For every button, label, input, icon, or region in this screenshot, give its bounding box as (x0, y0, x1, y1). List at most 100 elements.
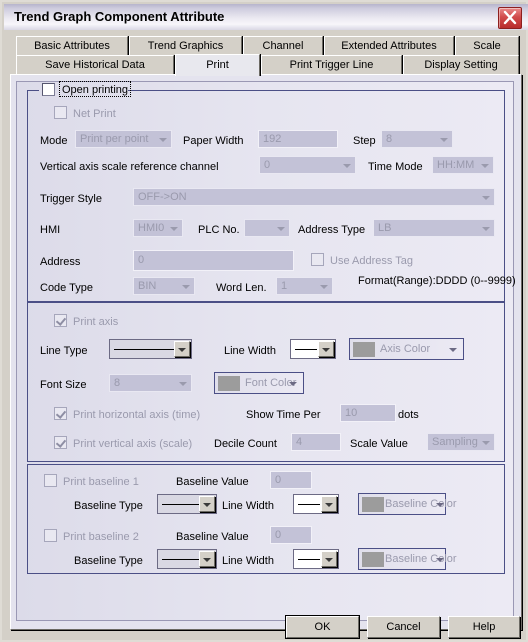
baseline-1-width-select[interactable] (293, 494, 339, 514)
print-vertical-axis-checkbox[interactable] (54, 436, 67, 449)
chevron-down-icon[interactable] (321, 551, 337, 567)
open-printing-checkbox[interactable] (42, 83, 55, 96)
close-x-glyph (503, 10, 517, 25)
tab-trend-graphics[interactable]: Trend Graphics (129, 36, 242, 56)
print-baseline-1-label: Print baseline 1 (63, 476, 139, 488)
baseline-1-value-label: Baseline Value (176, 476, 249, 488)
tab-print[interactable]: Print (175, 54, 260, 76)
chevron-down-icon (482, 196, 490, 200)
address-type-select[interactable]: LB (373, 219, 495, 237)
line-width-label: Line Width (224, 345, 276, 357)
baseline-1-color-button[interactable]: Baseline Color (358, 493, 457, 515)
ok-button[interactable]: OK (285, 615, 360, 639)
axis-color-swatch (353, 342, 375, 357)
mode-label: Mode (40, 135, 68, 147)
font-color-button[interactable]: Font Color (214, 372, 304, 394)
chevron-down-icon (182, 285, 190, 289)
chevron-down-icon[interactable] (318, 341, 334, 357)
tab-extended-attributes[interactable]: Extended Attributes (324, 36, 454, 56)
vertical-axis-ref-select[interactable]: 0 (259, 156, 356, 174)
print-baseline-1-checkbox[interactable] (44, 474, 57, 487)
title-bar: Trend Graph Component Attribute (4, 4, 528, 30)
baseline-2-type-select[interactable] (157, 549, 217, 569)
word-len-label: Word Len. (216, 282, 267, 294)
address-input[interactable]: 0 (133, 250, 294, 271)
chevron-down-icon[interactable] (174, 341, 190, 357)
print-axis-checkbox[interactable] (54, 314, 67, 327)
baseline-2-value: 0 (275, 529, 282, 541)
axis-group: Print axis Line Type Line Width Axis Col… (27, 302, 505, 462)
dialog-window: Trend Graph Component Attribute Basic At… (0, 0, 528, 642)
format-range-label: Format(Range):DDDD (0--9999) (358, 275, 516, 287)
net-print-checkbox[interactable] (54, 106, 67, 119)
step-select[interactable]: 8 (381, 130, 453, 148)
code-type-value: BIN (138, 280, 157, 292)
line-width-select[interactable] (290, 339, 336, 359)
hmi-select[interactable]: HMI0 (133, 219, 183, 237)
tab-save-historical-data[interactable]: Save Historical Data (16, 55, 174, 75)
line-sample (162, 504, 200, 505)
line-sample (114, 349, 174, 350)
address-type-value: LB (378, 222, 392, 234)
tab-row-2: Save Historical Data Print Print Trigger… (10, 54, 522, 76)
baseline-1-type-label: Baseline Type (74, 500, 143, 512)
font-size-select[interactable]: 8 (109, 374, 192, 392)
paper-width-input[interactable]: 192 (258, 130, 338, 148)
chevron-down-icon (481, 164, 489, 168)
tab-display-setting[interactable]: Display Setting (403, 55, 519, 75)
cancel-button[interactable]: Cancel (367, 616, 440, 638)
chevron-down-icon[interactable] (321, 496, 337, 512)
close-icon[interactable] (498, 7, 522, 29)
chevron-down-icon (436, 503, 444, 507)
print-horizontal-axis-checkbox[interactable] (54, 407, 67, 420)
tab-print-trigger-line[interactable]: Print Trigger Line (261, 55, 402, 75)
time-mode-value: HH:MM (437, 159, 475, 171)
word-len-select[interactable]: 1 (276, 277, 333, 295)
trigger-style-select[interactable]: OFF->ON (133, 188, 495, 206)
font-size-label: Font Size (40, 379, 87, 391)
chevron-down-icon (159, 138, 167, 142)
show-time-per-input[interactable]: 10 (340, 404, 396, 422)
code-type-select[interactable]: BIN (133, 277, 195, 295)
address-label: Address (40, 256, 81, 268)
paper-width-label: Paper Width (183, 135, 244, 147)
trigger-style-label: Trigger Style (40, 193, 102, 205)
mode-value: Print per point (80, 133, 149, 145)
hmi-label: HMI (40, 224, 61, 236)
use-address-tag-checkbox[interactable] (311, 253, 324, 266)
chevron-down-icon (482, 441, 490, 445)
mode-select[interactable]: Print per point (75, 130, 172, 148)
trigger-style-value: OFF->ON (138, 191, 187, 203)
font-color-swatch (218, 376, 240, 391)
baseline-group: Print baseline 1 Baseline Value 0 Baseli… (27, 464, 505, 574)
page-title: Trend Graph Component Attribute (14, 9, 225, 24)
tab-scale[interactable]: Scale (455, 36, 519, 56)
tab-basic-attributes[interactable]: Basic Attributes (16, 36, 128, 56)
decile-count-input[interactable]: 4 (291, 433, 341, 451)
tab-page-print: Open printing Net Print Mode Print per p… (10, 74, 522, 630)
chevron-down-icon[interactable] (199, 496, 215, 512)
chevron-down-icon (440, 138, 448, 142)
baseline-1-width-label: Line Width (222, 500, 274, 512)
baseline-2-width-select[interactable] (293, 549, 339, 569)
decile-count-value: 4 (296, 436, 303, 448)
use-address-tag-label: Use Address Tag (330, 255, 413, 267)
tab-channel[interactable]: Channel (243, 36, 323, 56)
print-baseline-2-checkbox[interactable] (44, 529, 57, 542)
help-button[interactable]: Help (448, 616, 520, 638)
time-mode-select[interactable]: HH:MM (432, 156, 494, 174)
baseline-1-color-swatch (362, 497, 384, 512)
chevron-down-icon[interactable] (199, 551, 215, 567)
axis-color-button[interactable]: Axis Color (349, 338, 464, 360)
scale-value-select[interactable]: Sampling (427, 433, 495, 451)
baseline-1-type-select[interactable] (157, 494, 217, 514)
plc-no-select[interactable] (244, 219, 290, 237)
tab-row-1: Basic Attributes Trend Graphics Channel … (10, 36, 522, 56)
baseline-1-value-input[interactable]: 0 (270, 471, 312, 489)
line-type-label: Line Type (40, 345, 88, 357)
baseline-2-value-input[interactable]: 0 (270, 526, 312, 544)
baseline-2-color-button[interactable]: Baseline Color (358, 548, 457, 570)
print-axis-label: Print axis (73, 316, 119, 328)
line-type-select[interactable] (109, 339, 192, 359)
scale-value-label: Scale Value (350, 438, 408, 450)
